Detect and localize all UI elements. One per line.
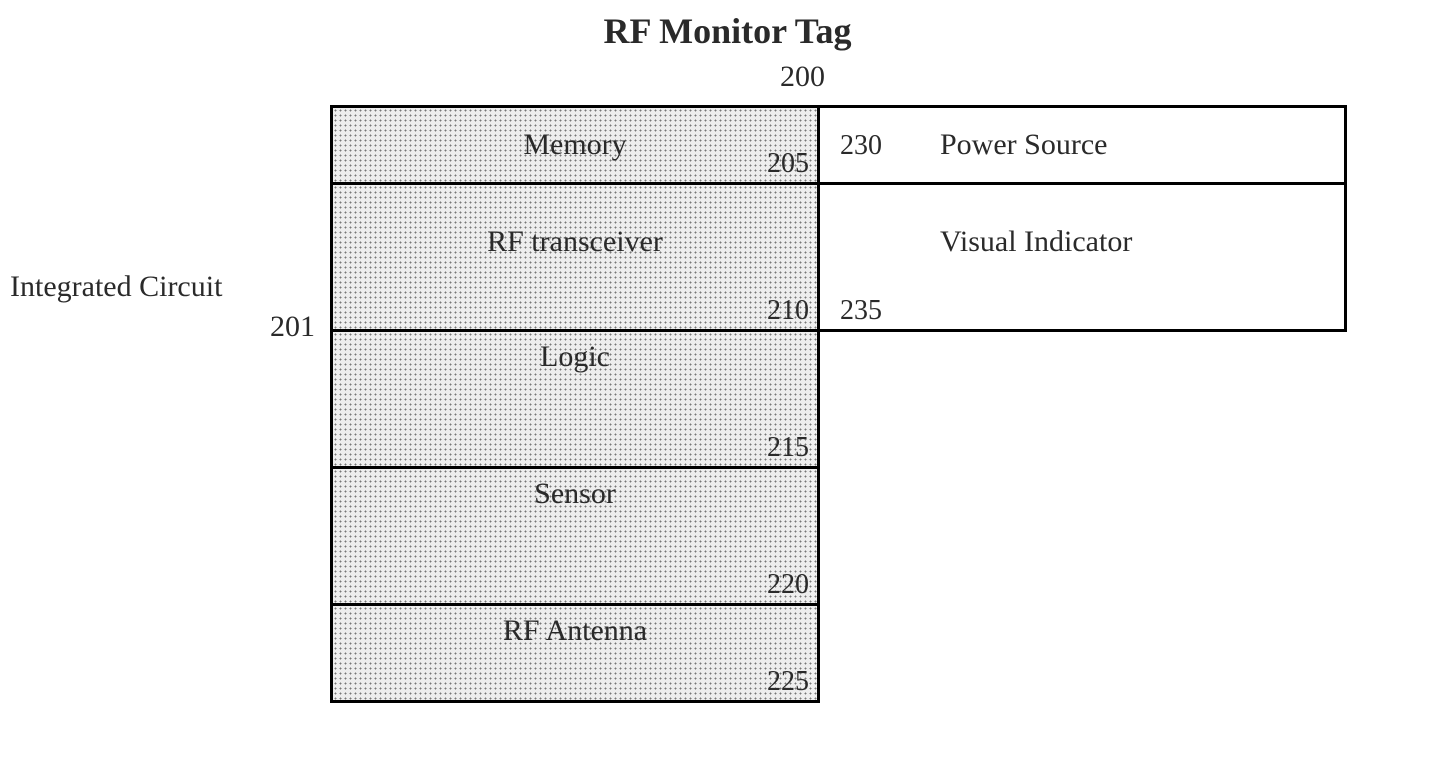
integrated-circuit-ref: 201 bbox=[270, 310, 315, 344]
assembly-ref: 200 bbox=[780, 60, 825, 94]
visual-indicator-label: Visual Indicator bbox=[940, 225, 1132, 259]
memory-label: Memory bbox=[333, 128, 817, 162]
rf-antenna-block: RF Antenna 225 bbox=[330, 603, 820, 703]
rf-antenna-label: RF Antenna bbox=[333, 614, 817, 648]
visual-indicator-block: Visual Indicator 235 bbox=[817, 182, 1347, 332]
power-source-label: Power Source bbox=[940, 128, 1107, 162]
memory-block: Memory 205 bbox=[330, 105, 820, 185]
rf-transceiver-label: RF transceiver bbox=[333, 225, 817, 259]
power-source-ref: 230 bbox=[840, 130, 882, 162]
diagram-title: RF Monitor Tag bbox=[0, 10, 1455, 52]
rf-transceiver-block: RF transceiver 210 bbox=[330, 182, 820, 332]
logic-block: Logic 215 bbox=[330, 329, 820, 469]
integrated-circuit-label: Integrated Circuit bbox=[10, 270, 320, 304]
logic-label: Logic bbox=[333, 340, 817, 374]
memory-ref: 205 bbox=[767, 148, 809, 180]
logic-ref: 215 bbox=[767, 432, 809, 464]
power-source-block: 230 Power Source bbox=[817, 105, 1347, 185]
rf-antenna-ref: 225 bbox=[767, 666, 809, 698]
rf-transceiver-ref: 210 bbox=[767, 295, 809, 327]
sensor-block: Sensor 220 bbox=[330, 466, 820, 606]
sensor-label: Sensor bbox=[333, 477, 817, 511]
sensor-ref: 220 bbox=[767, 569, 809, 601]
visual-indicator-ref: 235 bbox=[840, 295, 882, 327]
